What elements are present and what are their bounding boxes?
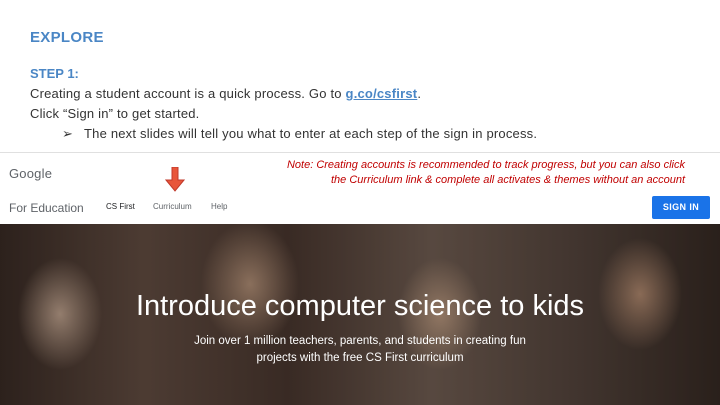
- instruction-line-2: Click “Sign in” to get started.: [30, 106, 200, 121]
- nav-help[interactable]: Help: [211, 202, 227, 211]
- csfirst-link[interactable]: g.co/csfirst: [346, 86, 418, 101]
- bullet-item: ➢ The next slides will tell you what to e…: [62, 126, 537, 142]
- nav-cs-first[interactable]: CS First: [106, 202, 135, 211]
- bullet-text: The next slides will tell you what to en…: [84, 126, 538, 141]
- note-line-2: the Curriculum link & complete all activ…: [331, 174, 685, 186]
- for-education-label: For Education: [9, 201, 84, 215]
- hero-banner: Introduce computer science to kids Join …: [0, 224, 720, 405]
- instruction-period: .: [417, 86, 422, 101]
- note-line-1: Note: Creating accounts is recommended t…: [286, 159, 685, 171]
- nav-curriculum[interactable]: Curriculum: [153, 202, 192, 211]
- instruction-text: Creating a student account is a quick pr…: [30, 86, 346, 101]
- sign-in-button[interactable]: SIGN IN: [652, 196, 710, 219]
- csfirst-website-screenshot: Google For Education CS First Curriculum…: [0, 152, 720, 405]
- slide-title: EXPLORE: [30, 29, 104, 46]
- hero-subtitle: Join over 1 million teachers, parents, a…: [194, 335, 526, 364]
- step-heading: STEP 1:: [30, 66, 79, 81]
- instruction-line-1: Creating a student account is a quick pr…: [30, 86, 421, 101]
- down-arrow-icon: [165, 167, 185, 192]
- bullet-arrow-icon: ➢: [62, 126, 74, 141]
- google-logo: Google: [9, 166, 53, 181]
- curriculum-note: Note: Creating accounts is recommended t…: [240, 158, 685, 188]
- hero-title: Introduce computer science to kids: [135, 290, 585, 322]
